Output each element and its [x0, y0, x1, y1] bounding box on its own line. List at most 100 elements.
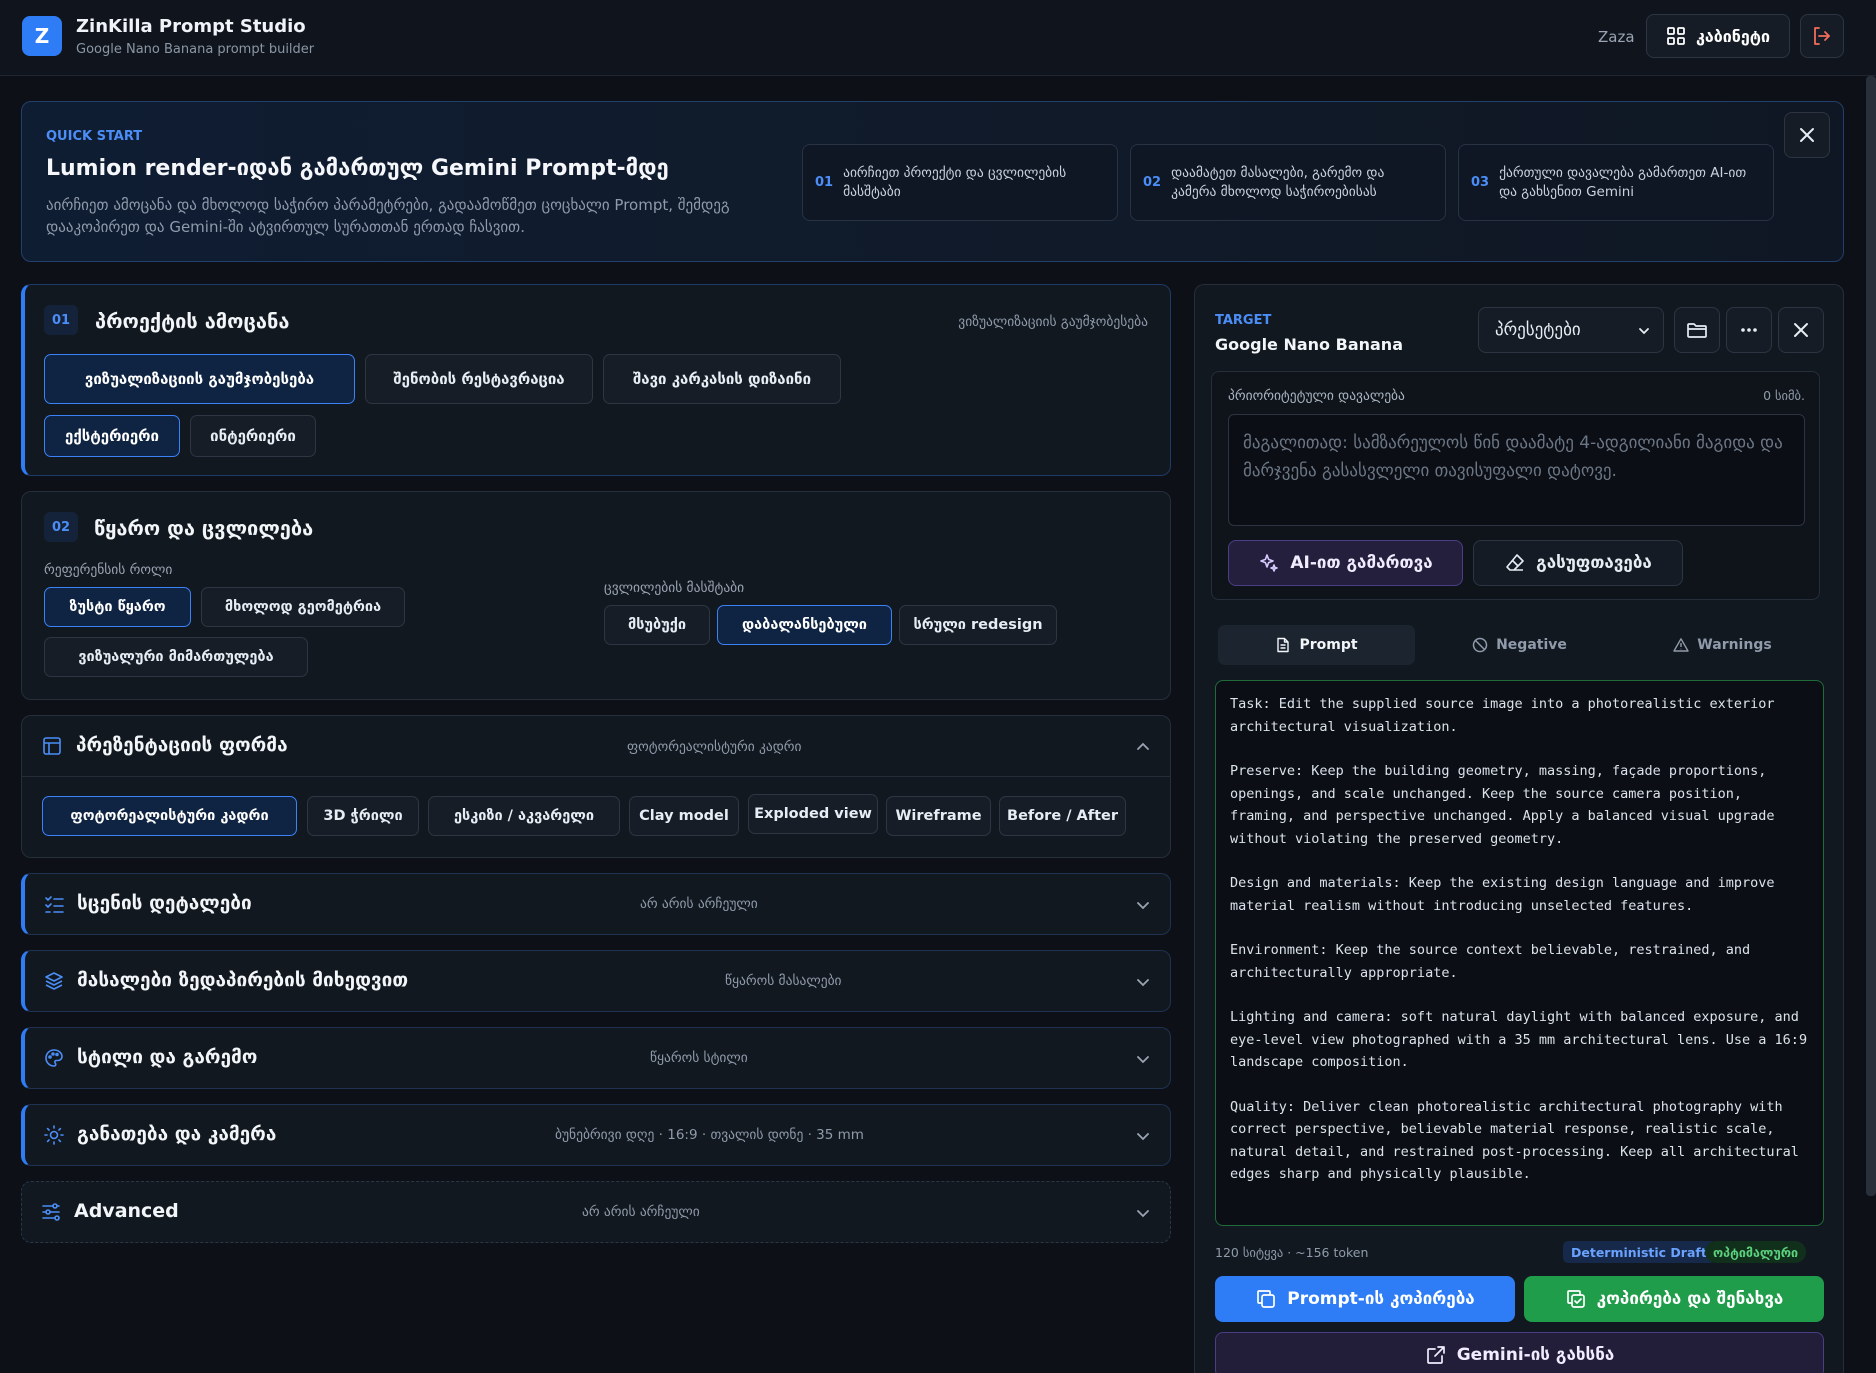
document-icon — [1275, 637, 1291, 653]
scale-option-light[interactable]: მსუბუქი — [604, 605, 710, 645]
cabinet-button[interactable]: კაბინეტი — [1646, 14, 1790, 58]
presentation-header[interactable]: პრეზენტაციის ფორმა ფოტორეალისტური კადრი — [22, 716, 1170, 777]
close-icon — [1792, 321, 1810, 339]
accordion-lighting-camera[interactable]: განათება და კამერა ბუნებრივი დღე · 16:9 … — [21, 1104, 1171, 1166]
accordion-title: მასალები ზედაპირების მიხედვით — [77, 969, 409, 991]
form-option-exploded-view[interactable]: Exploded view — [748, 794, 878, 834]
target-model: Google Nano Banana — [1215, 335, 1403, 354]
step-text: აირჩიეთ პროექტი და ცვლილების მასშტაბი — [843, 164, 1067, 200]
tab-prompt[interactable]: Prompt — [1218, 625, 1415, 665]
tab-label: Warnings — [1697, 637, 1772, 653]
form-option-clay-model[interactable]: Clay model — [629, 796, 739, 836]
logout-button[interactable] — [1800, 14, 1844, 58]
step-text: დაამატეთ მასალები, გარემო და კამერა მხოლ… — [1171, 164, 1385, 200]
ai-refine-label: AI-ით გამართვა — [1290, 553, 1433, 573]
quick-start-tag: QUICK START — [46, 129, 143, 144]
prompt-stats: 120 სიტყვა · ~156 token — [1215, 1245, 1369, 1260]
section-number: 01 — [44, 305, 78, 335]
scale-option-balanced[interactable]: დაბალანსებული — [717, 605, 892, 645]
external-link-icon — [1425, 1344, 1447, 1366]
section-number: 02 — [44, 512, 78, 542]
quick-step: 02 დაამატეთ მასალები, გარემო და კამერა მ… — [1130, 144, 1446, 221]
form-option-3d-section[interactable]: 3D ჭრილი — [307, 796, 419, 836]
chevron-down-icon — [1134, 896, 1152, 914]
reference-role-label: რეფერენსის როლი — [44, 562, 173, 578]
tab-warnings[interactable]: Warnings — [1624, 625, 1821, 665]
layout-icon — [42, 736, 62, 756]
list-check-icon — [43, 893, 65, 915]
app-logo: Z — [22, 16, 62, 56]
palette-icon — [43, 1047, 65, 1069]
source-change-card: 02 წყარო და ცვლილება რეფერენსის როლი ზუს… — [21, 491, 1171, 700]
task-option-restoration[interactable]: შენობის რესტავრაცია — [365, 354, 593, 404]
accordion-scene-details[interactable]: სცენის დეტალები არ არის არჩეული — [21, 873, 1171, 935]
prompt-output[interactable]: Task: Edit the supplied source image int… — [1215, 680, 1824, 1226]
prompt-paragraph: Quality: Deliver clean photorealistic ar… — [1230, 1098, 1799, 1183]
prompt-panel: TARGET Google Nano Banana პრესეტები პრიო… — [1194, 284, 1844, 1373]
accordion-title: განათება და კამერა — [77, 1123, 277, 1145]
tab-negative[interactable]: Negative — [1421, 625, 1618, 665]
prompt-paragraph: Task: Edit the supplied source image int… — [1230, 696, 1775, 735]
section-meta: ვიზუალიზაციის გაუმჯობესება — [958, 314, 1148, 330]
gemini-label: Gemini-ის გახსნა — [1456, 1345, 1615, 1365]
page-scrollbar[interactable] — [1866, 76, 1876, 1196]
copy-check-icon — [1565, 1288, 1587, 1310]
sparkles-icon — [1258, 552, 1280, 574]
more-options-button[interactable] — [1726, 307, 1772, 353]
preset-label: პრესეტები — [1495, 320, 1581, 340]
sliders-icon — [40, 1201, 62, 1223]
step-text: ქართული დავალება გამართეთ AI-ით და გახსე… — [1499, 164, 1747, 200]
task-option-shell-design[interactable]: შავი კარკასის დიზაინი — [603, 354, 841, 404]
task-option-visualization[interactable]: ვიზუალიზაციის გაუმჯობესება — [44, 354, 355, 404]
quick-step: 03 ქართული დავალება გამართეთ AI-ით და გა… — [1458, 144, 1774, 221]
open-folder-button[interactable] — [1674, 307, 1720, 353]
ref-option-geometry-only[interactable]: მხოლოდ გეომეტრია — [201, 587, 405, 627]
prompt-paragraph: Lighting and camera: soft natural daylig… — [1230, 1009, 1808, 1070]
sun-icon — [43, 1124, 65, 1146]
clear-label: გასუფთავება — [1536, 553, 1652, 573]
status-badge: ოპტიმალური — [1705, 1241, 1807, 1263]
quick-start-title: Lumion render-იდან გამართულ Gemini Promp… — [46, 156, 669, 181]
user-name: Zaza — [1598, 28, 1635, 46]
accordion-advanced[interactable]: Advanced არ არის არჩეული — [21, 1181, 1171, 1243]
change-scale-label: ცვლილების მასშტაბი — [604, 580, 745, 596]
grid-icon — [1666, 26, 1686, 46]
ban-icon — [1472, 637, 1488, 653]
form-option-wireframe[interactable]: Wireframe — [886, 796, 991, 836]
preset-select[interactable]: პრესეტები — [1478, 307, 1664, 353]
accordion-materials[interactable]: მასალები ზედაპირების მიხედვით წყაროს მას… — [21, 950, 1171, 1012]
ai-refine-button[interactable]: AI-ით გამართვა — [1228, 540, 1463, 586]
accordion-style-environment[interactable]: სტილი და გარემო წყაროს სტილი — [21, 1027, 1171, 1089]
form-option-photoreal[interactable]: ფოტორეალისტური კადრი — [42, 796, 297, 836]
accordion-meta: არ არის არჩეული — [582, 1204, 700, 1220]
form-option-sketch[interactable]: ესკიზი / აკვარელი — [428, 796, 620, 836]
open-gemini-button[interactable]: Gemini-ის გახსნა — [1215, 1332, 1824, 1373]
layers-icon — [43, 970, 65, 992]
scope-option-exterior[interactable]: ექსტერიერი — [44, 415, 180, 457]
accordion-meta: წყაროს მასალები — [725, 973, 842, 989]
scale-option-full-redesign[interactable]: სრული redesign — [899, 605, 1057, 645]
priority-textarea[interactable]: მაგალითად: სამზარეულოს წინ დაამატე 4-ადგ… — [1228, 414, 1805, 526]
panel-close-button[interactable] — [1778, 307, 1824, 353]
priority-label: პრიორიტეტული დავალება — [1228, 388, 1405, 404]
ref-option-exact-source[interactable]: ზუსტი წყარო — [44, 587, 191, 627]
copy-prompt-button[interactable]: Prompt-ის კოპირება — [1215, 1276, 1515, 1322]
chevron-down-icon — [1637, 324, 1651, 338]
ref-option-visual-direction[interactable]: ვიზუალური მიმართულება — [44, 637, 308, 677]
app-title: ZinKilla Prompt Studio — [76, 16, 306, 37]
section-title: წყარო და ცვლილება — [94, 516, 314, 540]
save-label: კოპირება და შენახვა — [1596, 1289, 1784, 1309]
chevron-down-icon — [1134, 1204, 1152, 1222]
clear-button[interactable]: გასუფთავება — [1473, 540, 1683, 586]
step-number: 01 — [815, 175, 834, 190]
scope-option-interior[interactable]: ინტერიერი — [190, 415, 316, 457]
target-tag: TARGET — [1215, 313, 1272, 328]
form-option-before-after[interactable]: Before / After — [999, 796, 1126, 836]
copy-and-save-button[interactable]: კოპირება და შენახვა — [1524, 1276, 1824, 1322]
tab-label: Negative — [1496, 637, 1567, 653]
section-title: პროექტის ამოცანა — [95, 309, 290, 333]
quick-start-close-button[interactable] — [1784, 112, 1830, 158]
chevron-down-icon — [1134, 1050, 1152, 1068]
cabinet-label: კაბინეტი — [1696, 26, 1770, 46]
step-number: 03 — [1471, 175, 1490, 190]
